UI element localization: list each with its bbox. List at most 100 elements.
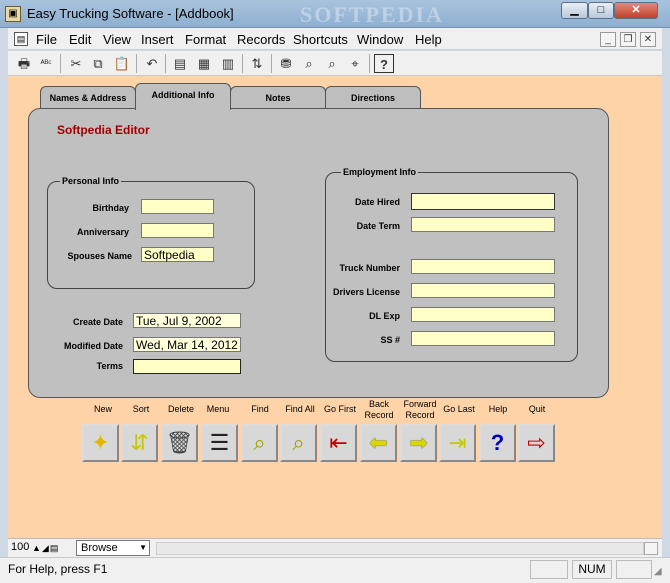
- back-record-button[interactable]: ⬅: [360, 424, 397, 462]
- forward-record-button[interactable]: ➡: [400, 424, 437, 462]
- new-button-label: New: [93, 404, 112, 414]
- terms-field[interactable]: [133, 359, 241, 374]
- cut-icon[interactable]: ✂: [66, 54, 86, 73]
- horizontal-scrollbar[interactable]: [156, 542, 644, 555]
- mode-select-value: Browse: [81, 542, 118, 554]
- menu-view[interactable]: View: [103, 32, 131, 47]
- go-last-button[interactable]: ⇥: [439, 424, 476, 462]
- zoom-controls[interactable]: ▲◢▤: [32, 542, 68, 555]
- print-icon[interactable]: 🖶: [14, 54, 34, 73]
- menu-insert[interactable]: Insert: [141, 32, 174, 47]
- menu-format[interactable]: Format: [185, 32, 226, 47]
- birthday-field[interactable]: [141, 199, 214, 214]
- toolbar-separator: [60, 54, 61, 73]
- delete-record-icon[interactable]: ▥: [218, 54, 238, 73]
- quit-button[interactable]: ⇨: [518, 424, 555, 462]
- resize-grip-icon[interactable]: ◢: [654, 566, 662, 577]
- back-record-button-label: Back Record: [364, 399, 394, 420]
- create-date-label: Create Date: [72, 317, 123, 327]
- date-term-label: Date Term: [356, 221, 400, 231]
- find-button[interactable]: ⌕: [241, 424, 278, 462]
- close-button[interactable]: ✕: [614, 2, 658, 19]
- date-hired-label: Date Hired: [354, 197, 400, 207]
- tab-additional-info[interactable]: Additional Info: [135, 83, 231, 110]
- app-truck-icon[interactable]: ▣: [5, 6, 21, 22]
- title-bar[interactable]: ▣ Easy Trucking Software - [Addbook] SOF…: [0, 0, 670, 28]
- menu-window[interactable]: Window: [357, 32, 403, 47]
- spellcheck-icon[interactable]: ᴬᴮᶜ: [36, 54, 56, 73]
- drivers-license-field[interactable]: [411, 283, 555, 298]
- truck-number-field[interactable]: [411, 259, 555, 274]
- goto-icon[interactable]: ⌖: [345, 54, 365, 73]
- filter-icon[interactable]: ⛃: [276, 54, 296, 73]
- new-button[interactable]: ✦: [82, 424, 119, 462]
- zoom-value[interactable]: 100: [11, 541, 29, 553]
- date-term-field[interactable]: [411, 217, 555, 232]
- toolbar-separator: [136, 54, 137, 73]
- trash-icon: 🗑: [165, 430, 194, 455]
- scroll-right-button[interactable]: [644, 542, 658, 555]
- modified-date-label: Modified Date: [63, 341, 123, 351]
- sort-icon: ⇵: [130, 430, 149, 455]
- new-record-icon[interactable]: ▤: [170, 54, 190, 73]
- window-title: Easy Trucking Software - [Addbook]: [27, 6, 234, 21]
- copy-icon[interactable]: ⧉: [88, 54, 108, 73]
- watermark: SOFTPEDIA: [300, 2, 444, 27]
- toolbar: 🖶 ᴬᴮᶜ ✂ ⧉ 📋 ↶ ▤ ▦ ▥ ⇅ ⛃ ⌕ ⌕ ⌖ ?: [8, 51, 662, 76]
- delete-button[interactable]: 🗑: [161, 424, 198, 462]
- dl-exp-field[interactable]: [411, 307, 555, 322]
- tab-names-address[interactable]: Names & Address: [40, 86, 136, 109]
- find-all-icon: ⌕: [292, 430, 305, 455]
- menu-help[interactable]: Help: [415, 32, 442, 47]
- toolbar-separator: [271, 54, 272, 73]
- ss-number-field[interactable]: [411, 331, 555, 346]
- form-area: Names & Address Additional Info Notes Di…: [8, 76, 662, 538]
- go-last-button-label: Go Last: [443, 404, 475, 414]
- editor-title: Softpedia Editor: [57, 123, 150, 137]
- date-hired-field[interactable]: [411, 193, 555, 210]
- menu-bar: ▤ File Edit View Insert Format Records S…: [8, 28, 662, 50]
- copy-record-icon[interactable]: ▦: [194, 54, 214, 73]
- create-date-field: Tue, Jul 9, 2002: [133, 313, 241, 328]
- find-icon[interactable]: ⌕: [299, 54, 319, 73]
- sort-icon[interactable]: ⇅: [247, 54, 267, 73]
- help-icon[interactable]: ?: [374, 54, 394, 73]
- new-icon: ✦: [91, 430, 110, 455]
- menu-edit[interactable]: Edit: [69, 32, 91, 47]
- forward-arrow-icon: ➡: [409, 430, 428, 455]
- help-button[interactable]: ?: [479, 424, 516, 462]
- go-first-button[interactable]: ⇤: [320, 424, 357, 462]
- go-first-button-label: Go First: [323, 404, 356, 414]
- tab-panel: Softpedia Editor Personal Info Birthday …: [28, 108, 609, 398]
- birthday-label: Birthday: [92, 203, 129, 213]
- quit-button-label: Quit: [528, 404, 546, 414]
- tab-directions[interactable]: Directions: [325, 86, 421, 109]
- mdi-restore-button[interactable]: ❐: [620, 32, 636, 47]
- mode-select[interactable]: Browse ▼: [76, 540, 150, 556]
- delete-button-label: Delete: [167, 404, 194, 414]
- anniversary-field[interactable]: [141, 223, 214, 238]
- find-all-button[interactable]: ⌕: [280, 424, 317, 462]
- minimize-button[interactable]: ▁: [561, 2, 588, 19]
- paste-icon[interactable]: 📋: [112, 54, 132, 73]
- status-text: For Help, press F1: [8, 562, 108, 576]
- tab-notes[interactable]: Notes: [230, 86, 326, 109]
- maximize-button[interactable]: □: [588, 2, 614, 19]
- mdi-close-button[interactable]: ✕: [640, 32, 656, 47]
- modified-date-field: Wed, Mar 14, 2012: [133, 337, 241, 352]
- menu-shortcuts[interactable]: Shortcuts: [293, 32, 348, 47]
- sort-button[interactable]: ⇵: [121, 424, 158, 462]
- go-first-icon: ⇤: [329, 430, 348, 455]
- terms-label: Terms: [96, 361, 123, 371]
- spouses-name-label: Spouses Name: [67, 251, 132, 261]
- find-next-icon[interactable]: ⌕: [322, 54, 342, 73]
- sort-button-label: Sort: [132, 404, 150, 414]
- menu-records[interactable]: Records: [237, 32, 285, 47]
- question-icon: ?: [490, 430, 505, 455]
- undo-icon[interactable]: ↶: [142, 54, 162, 73]
- spouses-name-field[interactable]: Softpedia: [141, 247, 214, 262]
- menu-file[interactable]: File: [36, 32, 57, 47]
- mdi-minimize-button[interactable]: _: [600, 32, 616, 47]
- menu-button[interactable]: ☰: [201, 424, 238, 462]
- document-icon[interactable]: ▤: [14, 32, 28, 46]
